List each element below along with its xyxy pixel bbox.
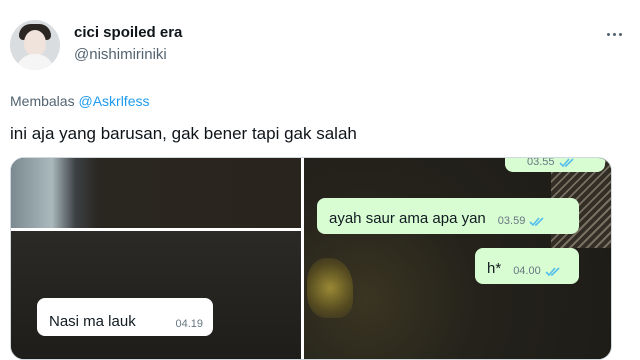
avatar-face [24,30,46,56]
reply-context: Membalas @Askrlfess [10,93,149,109]
user-handle[interactable]: @nishimiriniki [74,46,167,63]
photo-panel-top-left [11,158,303,230]
tweet-text: ini aja yang barusan, gak bener tapi gak… [10,124,357,143]
chat-message-time: 04.00 [513,265,541,277]
media-divider-vertical [301,158,304,359]
chat-message-time: 04.19 [175,318,203,330]
chat-bubble-incoming: Nasi ma lauk 04.19 [37,298,213,336]
reply-prefix: Membalas [10,93,75,109]
avatar[interactable] [10,20,60,70]
chat-message-text: h* [487,260,502,277]
avatar-shirt [16,54,54,70]
double-check-icon [545,267,563,277]
photo-object [307,258,353,318]
photo-panel-bottom-left [11,230,303,359]
chat-message-time: 03.59 [497,215,526,227]
chat-message-time: 03.55 [527,157,555,168]
tweet-media-image[interactable]: 03.55 ayah saur ama apa yan 03.59 h* 04.… [10,157,612,360]
chat-bubble-outgoing: 03.55 [505,157,605,172]
chat-message-text: ayah saur ama apa yan [329,210,486,227]
more-horizontal-icon[interactable] [602,24,626,44]
chat-bubble-outgoing: h* 04.00 [475,248,579,284]
double-check-icon [529,217,547,227]
double-check-icon [558,158,577,168]
chat-message-text: Nasi ma lauk [49,313,136,330]
media-divider-horizontal [11,228,301,231]
reply-mention-link[interactable]: @Askrlfess [78,93,149,109]
display-name[interactable]: cici spoiled era [74,24,182,41]
chat-bubble-outgoing: ayah saur ama apa yan 03.59 [317,198,579,234]
